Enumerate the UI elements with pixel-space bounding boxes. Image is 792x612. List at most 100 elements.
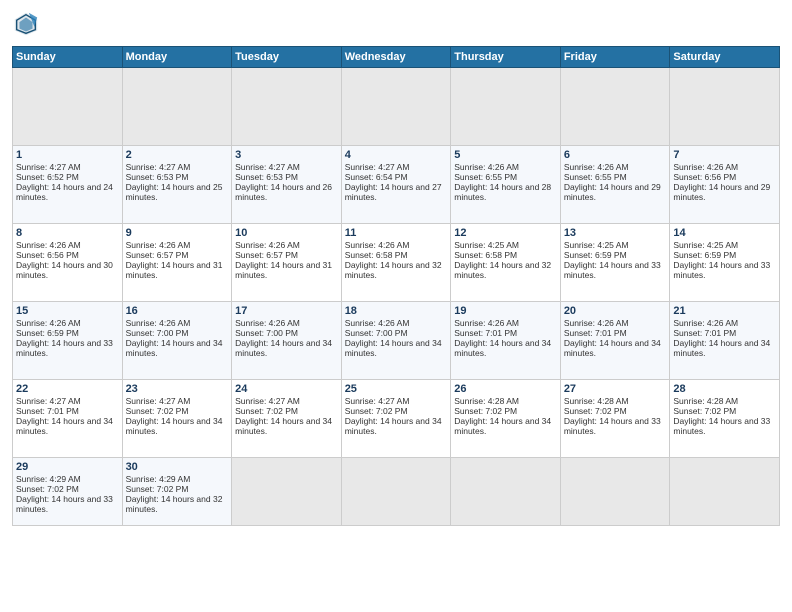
calendar-cell: 4Sunrise: 4:27 AMSunset: 6:54 PMDaylight… bbox=[341, 146, 451, 224]
sunrise: Sunrise: 4:28 AM bbox=[454, 396, 557, 406]
sunrise: Sunrise: 4:27 AM bbox=[16, 162, 119, 172]
day-number: 10 bbox=[235, 227, 338, 239]
calendar-cell: 16Sunrise: 4:26 AMSunset: 7:00 PMDayligh… bbox=[122, 302, 232, 380]
sunset: Sunset: 6:54 PM bbox=[345, 172, 448, 182]
daylight: Daylight: 14 hours and 33 minutes. bbox=[673, 260, 776, 280]
sunrise: Sunrise: 4:29 AM bbox=[126, 474, 229, 484]
sunrise: Sunrise: 4:25 AM bbox=[673, 240, 776, 250]
calendar-cell: 17Sunrise: 4:26 AMSunset: 7:00 PMDayligh… bbox=[232, 302, 342, 380]
day-number: 3 bbox=[235, 149, 338, 161]
calendar-cell: 14Sunrise: 4:25 AMSunset: 6:59 PMDayligh… bbox=[670, 224, 780, 302]
sunrise: Sunrise: 4:25 AM bbox=[564, 240, 667, 250]
sunrise: Sunrise: 4:28 AM bbox=[673, 396, 776, 406]
daylight: Daylight: 14 hours and 34 minutes. bbox=[564, 338, 667, 358]
calendar-cell bbox=[232, 458, 342, 526]
day-number: 30 bbox=[126, 461, 229, 473]
sunrise: Sunrise: 4:26 AM bbox=[454, 162, 557, 172]
daylight: Daylight: 14 hours and 34 minutes. bbox=[16, 416, 119, 436]
sunrise: Sunrise: 4:26 AM bbox=[564, 318, 667, 328]
sunrise: Sunrise: 4:29 AM bbox=[16, 474, 119, 484]
daylight: Daylight: 14 hours and 33 minutes. bbox=[564, 416, 667, 436]
sunset: Sunset: 6:59 PM bbox=[16, 328, 119, 338]
daylight: Daylight: 14 hours and 34 minutes. bbox=[673, 338, 776, 358]
daylight: Daylight: 14 hours and 34 minutes. bbox=[235, 416, 338, 436]
sunset: Sunset: 6:53 PM bbox=[126, 172, 229, 182]
day-number: 8 bbox=[16, 227, 119, 239]
day-number: 20 bbox=[564, 305, 667, 317]
calendar-cell: 13Sunrise: 4:25 AMSunset: 6:59 PMDayligh… bbox=[560, 224, 670, 302]
day-number: 19 bbox=[454, 305, 557, 317]
day-number: 21 bbox=[673, 305, 776, 317]
daylight: Daylight: 14 hours and 32 minutes. bbox=[126, 494, 229, 514]
sunrise: Sunrise: 4:25 AM bbox=[454, 240, 557, 250]
calendar-cell bbox=[451, 68, 561, 146]
day-number: 26 bbox=[454, 383, 557, 395]
calendar-cell: 15Sunrise: 4:26 AMSunset: 6:59 PMDayligh… bbox=[13, 302, 123, 380]
calendar-cell: 6Sunrise: 4:26 AMSunset: 6:55 PMDaylight… bbox=[560, 146, 670, 224]
sunset: Sunset: 6:53 PM bbox=[235, 172, 338, 182]
calendar-cell: 1Sunrise: 4:27 AMSunset: 6:52 PMDaylight… bbox=[13, 146, 123, 224]
calendar-cell: 9Sunrise: 4:26 AMSunset: 6:57 PMDaylight… bbox=[122, 224, 232, 302]
day-number: 7 bbox=[673, 149, 776, 161]
sunrise: Sunrise: 4:27 AM bbox=[235, 396, 338, 406]
header-day: Saturday bbox=[670, 47, 780, 68]
day-number: 14 bbox=[673, 227, 776, 239]
daylight: Daylight: 14 hours and 29 minutes. bbox=[673, 182, 776, 202]
sunrise: Sunrise: 4:26 AM bbox=[126, 240, 229, 250]
day-number: 29 bbox=[16, 461, 119, 473]
daylight: Daylight: 14 hours and 31 minutes. bbox=[126, 260, 229, 280]
sunrise: Sunrise: 4:26 AM bbox=[564, 162, 667, 172]
sunset: Sunset: 7:02 PM bbox=[235, 406, 338, 416]
calendar-cell: 2Sunrise: 4:27 AMSunset: 6:53 PMDaylight… bbox=[122, 146, 232, 224]
daylight: Daylight: 14 hours and 31 minutes. bbox=[235, 260, 338, 280]
sunset: Sunset: 7:02 PM bbox=[673, 406, 776, 416]
sunset: Sunset: 7:00 PM bbox=[235, 328, 338, 338]
day-number: 2 bbox=[126, 149, 229, 161]
calendar-week: 29Sunrise: 4:29 AMSunset: 7:02 PMDayligh… bbox=[13, 458, 780, 526]
day-number: 16 bbox=[126, 305, 229, 317]
day-number: 15 bbox=[16, 305, 119, 317]
calendar-cell: 20Sunrise: 4:26 AMSunset: 7:01 PMDayligh… bbox=[560, 302, 670, 380]
calendar-week: 15Sunrise: 4:26 AMSunset: 6:59 PMDayligh… bbox=[13, 302, 780, 380]
calendar-cell: 8Sunrise: 4:26 AMSunset: 6:56 PMDaylight… bbox=[13, 224, 123, 302]
calendar-cell bbox=[670, 458, 780, 526]
sunrise: Sunrise: 4:26 AM bbox=[673, 162, 776, 172]
sunset: Sunset: 6:56 PM bbox=[673, 172, 776, 182]
sunset: Sunset: 7:01 PM bbox=[564, 328, 667, 338]
sunset: Sunset: 7:01 PM bbox=[673, 328, 776, 338]
day-number: 25 bbox=[345, 383, 448, 395]
calendar-cell: 26Sunrise: 4:28 AMSunset: 7:02 PMDayligh… bbox=[451, 380, 561, 458]
page: SundayMondayTuesdayWednesdayThursdayFrid… bbox=[0, 0, 792, 612]
day-number: 4 bbox=[345, 149, 448, 161]
sunrise: Sunrise: 4:27 AM bbox=[345, 162, 448, 172]
calendar-cell bbox=[560, 68, 670, 146]
header-row: SundayMondayTuesdayWednesdayThursdayFrid… bbox=[13, 47, 780, 68]
sunset: Sunset: 7:02 PM bbox=[126, 484, 229, 494]
day-number: 24 bbox=[235, 383, 338, 395]
calendar-cell bbox=[451, 458, 561, 526]
sunset: Sunset: 6:55 PM bbox=[564, 172, 667, 182]
calendar-week: 1Sunrise: 4:27 AMSunset: 6:52 PMDaylight… bbox=[13, 146, 780, 224]
daylight: Daylight: 14 hours and 32 minutes. bbox=[454, 260, 557, 280]
sunset: Sunset: 6:55 PM bbox=[454, 172, 557, 182]
daylight: Daylight: 14 hours and 33 minutes. bbox=[673, 416, 776, 436]
sunset: Sunset: 7:02 PM bbox=[454, 406, 557, 416]
day-number: 1 bbox=[16, 149, 119, 161]
sunrise: Sunrise: 4:26 AM bbox=[673, 318, 776, 328]
calendar-cell: 18Sunrise: 4:26 AMSunset: 7:00 PMDayligh… bbox=[341, 302, 451, 380]
day-number: 6 bbox=[564, 149, 667, 161]
daylight: Daylight: 14 hours and 33 minutes. bbox=[16, 338, 119, 358]
header-day: Sunday bbox=[13, 47, 123, 68]
daylight: Daylight: 14 hours and 34 minutes. bbox=[345, 338, 448, 358]
sunrise: Sunrise: 4:27 AM bbox=[16, 396, 119, 406]
calendar-cell: 5Sunrise: 4:26 AMSunset: 6:55 PMDaylight… bbox=[451, 146, 561, 224]
calendar-cell: 23Sunrise: 4:27 AMSunset: 7:02 PMDayligh… bbox=[122, 380, 232, 458]
daylight: Daylight: 14 hours and 28 minutes. bbox=[454, 182, 557, 202]
sunrise: Sunrise: 4:26 AM bbox=[235, 240, 338, 250]
logo bbox=[12, 10, 44, 38]
sunset: Sunset: 6:57 PM bbox=[126, 250, 229, 260]
day-number: 27 bbox=[564, 383, 667, 395]
calendar-week: 22Sunrise: 4:27 AMSunset: 7:01 PMDayligh… bbox=[13, 380, 780, 458]
sunrise: Sunrise: 4:26 AM bbox=[16, 240, 119, 250]
sunset: Sunset: 6:59 PM bbox=[564, 250, 667, 260]
